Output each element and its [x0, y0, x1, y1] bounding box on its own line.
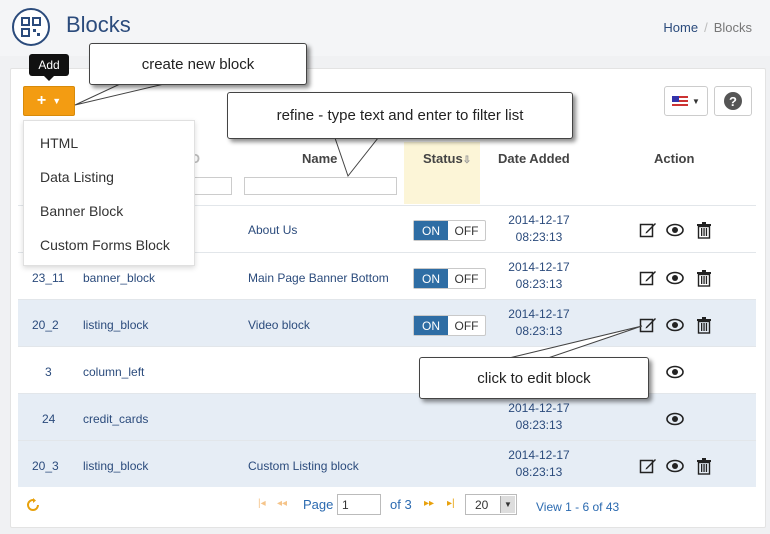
callout-refine-filter: refine - type text and enter to filter l…	[227, 92, 573, 139]
callout-create-new-block: create new block	[89, 43, 307, 85]
callout-click-to-edit: click to edit block	[419, 357, 649, 399]
